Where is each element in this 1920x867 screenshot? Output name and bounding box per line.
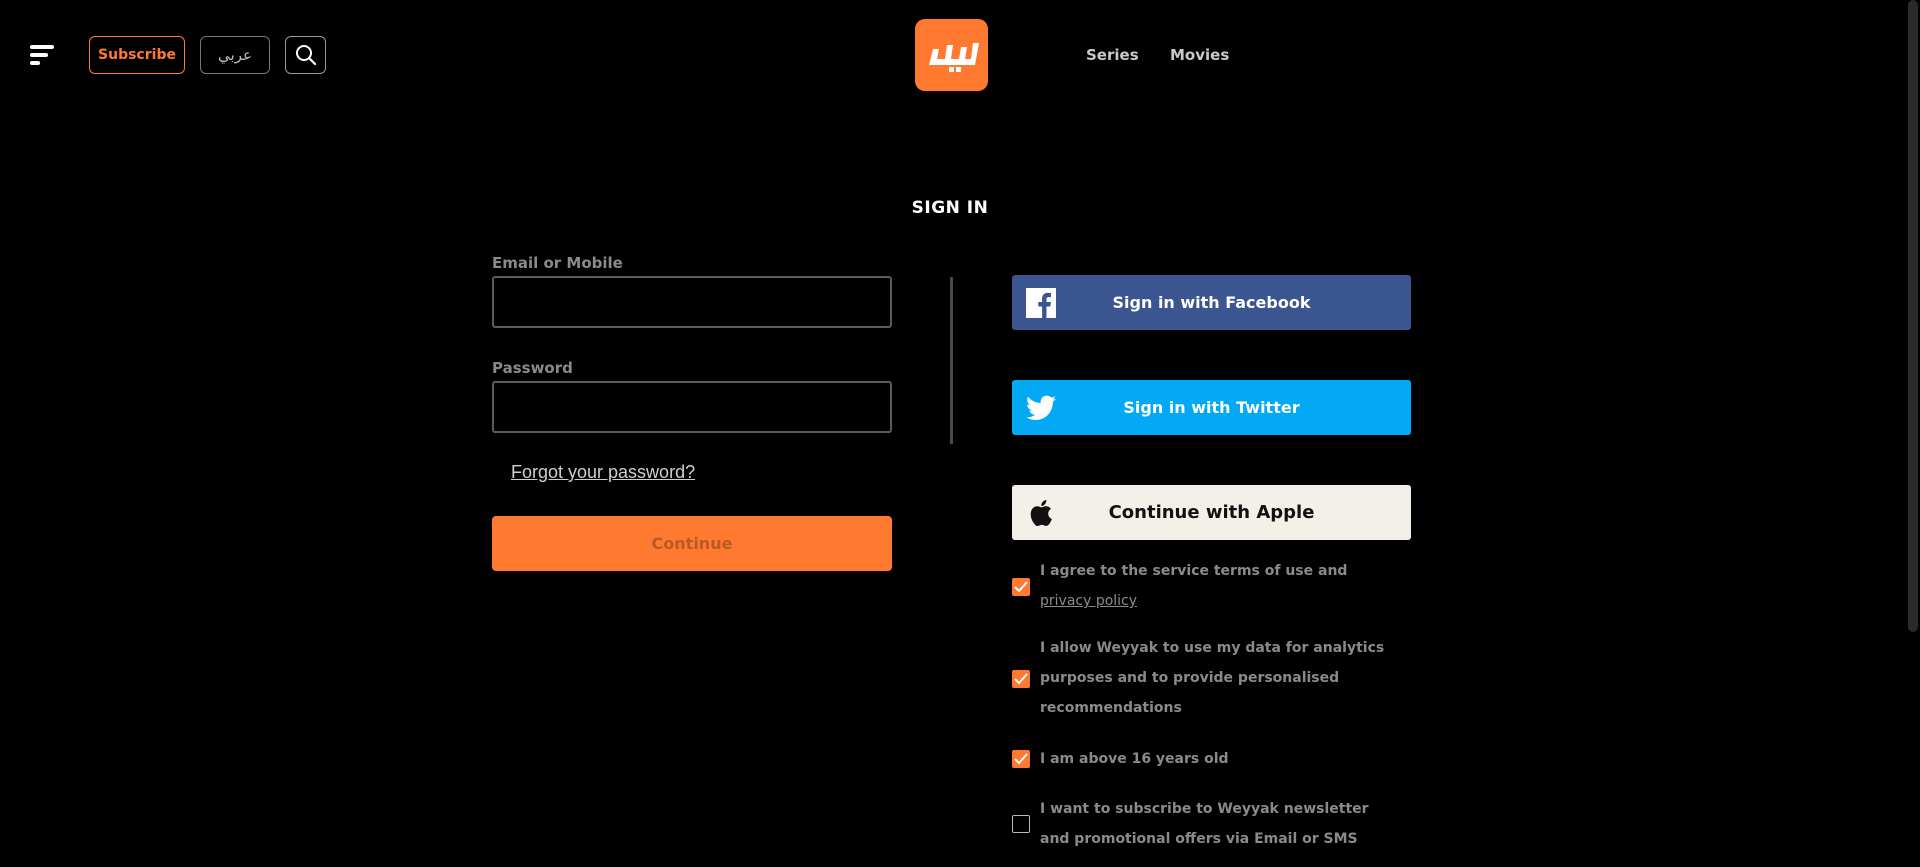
newsletter-text: I want to subscribe to Weyyak newsletter…: [1040, 801, 1369, 847]
nav-movies[interactable]: Movies: [1170, 46, 1229, 64]
search-icon: [295, 45, 316, 66]
age-checkbox[interactable]: [1012, 750, 1030, 768]
scrollbar[interactable]: [1908, 0, 1918, 632]
page-title: SIGN IN: [911, 198, 989, 218]
language-toggle-button[interactable]: عربي: [200, 36, 270, 74]
facebook-signin-label: Sign in with Facebook: [1112, 293, 1311, 312]
weyyak-logo[interactable]: [915, 19, 988, 91]
age-text: I am above 16 years old: [1040, 751, 1229, 767]
email-field[interactable]: [492, 276, 892, 328]
terms-checkbox[interactable]: [1012, 578, 1030, 596]
facebook-icon: [1026, 288, 1056, 318]
apple-icon: [1026, 498, 1056, 528]
consent-analytics: I allow Weyyak to use my data for analyt…: [1012, 633, 1412, 723]
analytics-checkbox[interactable]: [1012, 670, 1030, 688]
consent-age: I am above 16 years old: [1012, 744, 1412, 774]
password-field[interactable]: [492, 381, 892, 433]
weyyak-logo-mark: [928, 43, 979, 72]
consent-newsletter: I want to subscribe to Weyyak newsletter…: [1012, 794, 1412, 854]
search-button[interactable]: [285, 36, 326, 74]
newsletter-checkbox[interactable]: [1012, 815, 1030, 833]
divider: [950, 277, 953, 444]
continue-button[interactable]: Continue: [492, 516, 892, 571]
check-icon: [1014, 753, 1028, 765]
check-icon: [1014, 581, 1028, 593]
nav-series[interactable]: Series: [1086, 46, 1139, 64]
subscribe-button[interactable]: Subscribe: [89, 36, 185, 74]
terms-text: I agree to the service terms of use and …: [1040, 563, 1348, 609]
check-icon: [1014, 673, 1028, 685]
twitter-signin-button[interactable]: Sign in with Twitter: [1012, 380, 1411, 435]
privacy-policy-link[interactable]: privacy policy: [1040, 593, 1137, 609]
facebook-signin-button[interactable]: Sign in with Facebook: [1012, 275, 1411, 330]
email-label: Email or Mobile: [492, 254, 623, 272]
menu-icon[interactable]: [30, 45, 56, 67]
forgot-password-link[interactable]: Forgot your password?: [511, 462, 695, 483]
twitter-signin-label: Sign in with Twitter: [1123, 398, 1300, 417]
twitter-icon: [1026, 393, 1056, 423]
apple-signin-button[interactable]: Continue with Apple: [1012, 485, 1411, 540]
consent-terms: I agree to the service terms of use and …: [1012, 556, 1412, 616]
apple-signin-label: Continue with Apple: [1108, 502, 1315, 523]
analytics-text: I allow Weyyak to use my data for analyt…: [1040, 640, 1385, 716]
password-label: Password: [492, 359, 573, 377]
